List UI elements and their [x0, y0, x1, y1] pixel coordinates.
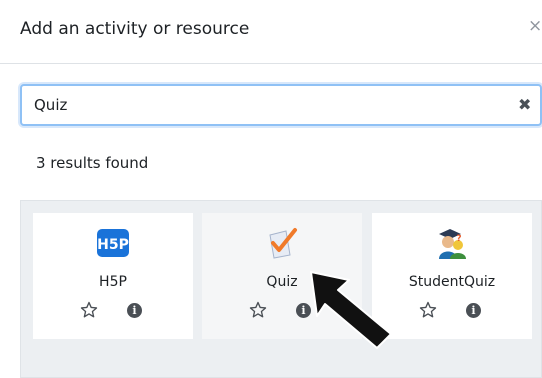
studentquiz-icon: ?: [439, 229, 466, 259]
modal-header: Add an activity or resource ×: [0, 0, 542, 64]
results-panel: H5P H5P i Quiz i ? StudentQuiz i: [20, 200, 542, 378]
quiz-checkmark-icon: [269, 228, 297, 259]
star-icon[interactable]: [80, 301, 98, 319]
modal-title: Add an activity or resource: [20, 19, 250, 39]
svg-text:?: ?: [456, 234, 461, 244]
close-icon[interactable]: ×: [528, 16, 542, 36]
activity-card-label: H5P: [99, 274, 127, 290]
clear-search-icon[interactable]: ✖: [518, 95, 531, 114]
info-icon[interactable]: i: [466, 303, 481, 318]
info-icon[interactable]: i: [127, 303, 142, 318]
search-input[interactable]: [34, 86, 494, 124]
activity-card-h5p[interactable]: H5P H5P i: [33, 213, 193, 339]
pointer-arrow-icon: [310, 271, 392, 349]
h5p-icon: H5P: [97, 229, 129, 257]
star-icon[interactable]: [419, 301, 437, 319]
results-count: 3 results found: [36, 154, 149, 172]
search-box[interactable]: ✖: [20, 84, 542, 126]
activity-card-studentquiz[interactable]: ? StudentQuiz i: [372, 213, 532, 339]
svg-text:H5P: H5P: [97, 237, 129, 253]
star-icon[interactable]: [249, 301, 267, 319]
activity-card-label: StudentQuiz: [408, 274, 496, 290]
